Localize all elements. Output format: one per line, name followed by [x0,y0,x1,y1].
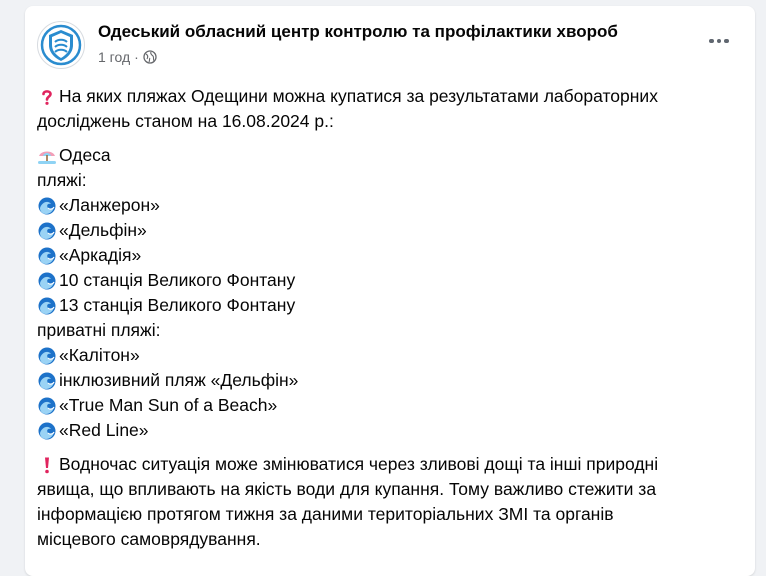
private-beaches-label: приватні пляжі: [37,320,161,340]
warning-line: Водночас ситуація може змінюватися через… [37,452,737,477]
city-name: Одеса [59,145,111,165]
intro-line: На яких пляжах Одещини можна купатися за… [37,84,737,109]
water-wave-icon [37,396,57,416]
post-meta: 1 год · [98,49,157,65]
beach-item: «Дельфін» [37,218,737,243]
intro-text-line1: На яких пляжах Одещини можна купатися за… [59,86,658,106]
water-wave-icon [37,271,57,291]
beach-name: 13 станція Великого Фонтану [59,295,296,315]
beach-item: «Аркадія» [37,243,737,268]
warning-text-line3: інформацією протягом тижня за даними тер… [37,504,614,524]
warning-text-line1: Водночас ситуація може змінюватися через… [59,454,659,474]
beach-name: «Аркадія» [59,245,142,265]
intro-paragraph: На яких пляжах Одещини можна купатися за… [37,84,737,134]
beach-item: «Ланжерон» [37,193,737,218]
private-beach-name: «Калітон» [59,345,140,365]
post-time[interactable]: 1 год [98,49,130,65]
red-exclamation-mark-icon [37,455,57,475]
water-wave-icon [37,196,57,216]
water-wave-icon [37,246,57,266]
private-beach-item: «Red Line» [37,418,737,443]
beach-name: «Ланжерон» [59,195,160,215]
beach-umbrella-icon [37,146,57,166]
page-name-link[interactable]: Одеський обласний центр контролю та проф… [98,22,618,42]
water-wave-icon [37,346,57,366]
private-beach-name: «True Man Sun of a Beach» [59,395,278,415]
warning-paragraph: Водночас ситуація може змінюватися через… [37,452,737,552]
beach-item: 13 станція Великого Фонтану [37,293,737,318]
private-beach-name: інклюзивний пляж «Дельфін» [59,370,299,390]
warning-text-line2: явища, що впливають на якість води для к… [37,479,657,499]
post-card: Одеський обласний центр контролю та проф… [25,6,755,576]
private-beach-item: «True Man Sun of a Beach» [37,393,737,418]
water-wave-icon [37,296,57,316]
beach-name: «Дельфін» [59,220,147,240]
private-beach-item: інклюзивний пляж «Дельфін» [37,368,737,393]
water-wave-icon [37,421,57,441]
more-options-icon [709,38,714,44]
water-wave-icon [37,221,57,241]
city-line: Одеса [37,143,737,168]
private-beach-item: «Калітон» [37,343,737,368]
post-text: На яких пляжах Одещини можна купатися за… [37,84,737,561]
beach-name: 10 станція Великого Фонтану [59,270,296,290]
beach-item: 10 станція Великого Фонтану [37,268,737,293]
warning-text-line4: місцевого самоврядування. [37,529,261,549]
meta-separator: · [134,49,139,65]
red-question-mark-icon [37,87,57,107]
more-options-button[interactable] [701,31,737,51]
beaches-label: пляжі: [37,170,87,190]
private-beach-name: «Red Line» [59,420,149,440]
globe-icon [143,50,157,64]
intro-text-line2: досліджень станом на 16.08.2024 р.: [37,111,334,131]
water-wave-icon [37,371,57,391]
beaches-block: Одеса пляжі: «Ланжерон» «Дельфін» «Аркад [37,143,737,443]
page-avatar[interactable] [37,21,85,69]
